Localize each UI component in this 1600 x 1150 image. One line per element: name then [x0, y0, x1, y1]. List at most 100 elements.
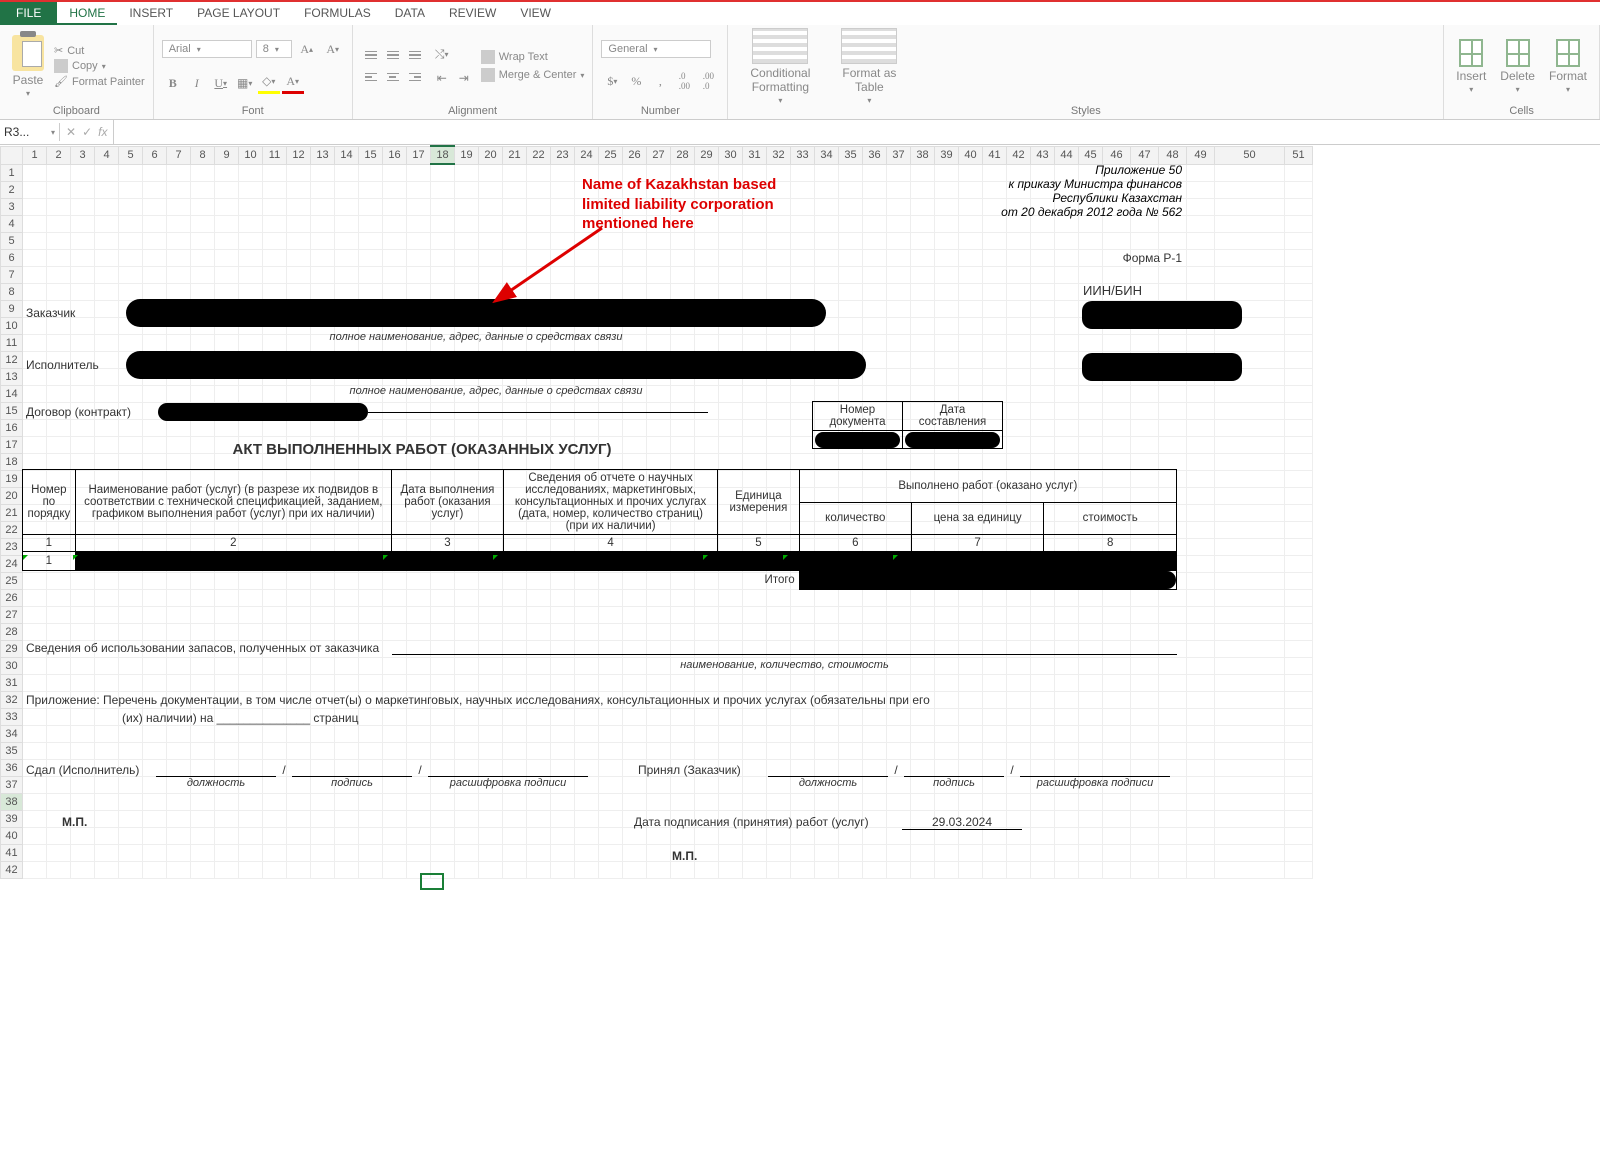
iin-contractor-redacted — [1082, 353, 1242, 381]
docnum-redacted — [815, 432, 900, 448]
italic-button[interactable]: I — [186, 72, 208, 94]
form-label: Форма Р-1 — [1123, 251, 1192, 265]
delete-icon — [1506, 39, 1530, 67]
tab-pagelayout[interactable]: PAGE LAYOUT — [185, 2, 292, 25]
align-bottom-button[interactable] — [405, 45, 425, 65]
group-clipboard: Paste ▾ ✂Cut Copy▾ 🖌Format Painter Clipb… — [0, 25, 154, 119]
underline-button[interactable]: U▾ — [210, 72, 232, 94]
conditional-formatting-button[interactable]: Conditional Formatting▾ — [736, 28, 824, 105]
wrap-text-button[interactable]: Wrap Text — [481, 50, 585, 64]
format-table-icon — [841, 28, 897, 64]
group-alignment: ⤭▾ ⇤ ⇥ Wrap Text Merge & Center▾ Alignme… — [353, 25, 594, 119]
row1-redacted — [76, 552, 1176, 570]
font-color-button[interactable]: A▾ — [282, 72, 304, 94]
fx-icon[interactable]: fx — [98, 125, 107, 139]
iin-label: ИИН/БИН — [1083, 283, 1142, 298]
format-painter-button[interactable]: 🖌Format Painter — [54, 75, 145, 88]
contractor-redacted — [126, 351, 866, 379]
formula-input[interactable] — [114, 130, 1600, 134]
tab-home[interactable]: HOME — [57, 2, 117, 25]
docdate-redacted — [905, 432, 1000, 448]
insert-cells-button[interactable]: Insert▾ — [1452, 39, 1490, 94]
ribbon-body: Paste ▾ ✂Cut Copy▾ 🖌Format Painter Clipb… — [0, 25, 1600, 120]
merge-icon — [481, 68, 495, 82]
format-icon — [1556, 39, 1580, 67]
alignment-group-label: Alignment — [361, 105, 585, 119]
group-font: Arial▾ 8▾ A▴ A▾ B I U▾ ▦▾ ◇▾ A▾ Font — [154, 25, 353, 119]
number-group-label: Number — [601, 105, 719, 119]
copy-label: Copy — [72, 60, 98, 72]
th-name: Наименование работ (услуг) (в разрезе их… — [75, 470, 391, 535]
wrap-icon — [481, 50, 495, 64]
number-format-select[interactable]: General▾ — [601, 40, 711, 58]
format-cells-button[interactable]: Format▾ — [1545, 39, 1591, 94]
cancel-formula-icon[interactable]: ✕ — [66, 125, 76, 139]
tab-view[interactable]: VIEW — [508, 2, 563, 25]
font-name-select[interactable]: Arial▾ — [162, 40, 252, 58]
mp-left: М.П. — [62, 815, 87, 829]
percent-button[interactable]: % — [625, 70, 647, 92]
insert-icon — [1459, 39, 1483, 67]
tab-data[interactable]: DATA — [383, 2, 437, 25]
comma-button[interactable]: , — [649, 70, 671, 92]
total-row: Итого — [23, 571, 1177, 590]
chevron-down-icon: ▾ — [26, 89, 30, 98]
align-top-button[interactable] — [361, 45, 381, 65]
scissors-icon: ✂ — [54, 44, 63, 57]
tab-file[interactable]: FILE — [0, 2, 57, 25]
cells-group-label: Cells — [1452, 105, 1591, 119]
group-styles: Conditional Formatting▾ Format as Table▾… — [728, 25, 1444, 119]
formula-bar: R3...▾ ✕ ✓ fx — [0, 120, 1600, 145]
delete-cells-button[interactable]: Delete▾ — [1496, 39, 1539, 94]
fill-color-button[interactable]: ◇▾ — [258, 72, 280, 94]
align-left-button[interactable] — [361, 67, 381, 87]
currency-button[interactable]: $▾ — [601, 70, 623, 92]
format-as-table-button[interactable]: Format as Table▾ — [830, 28, 908, 105]
customer-label: Заказчик — [22, 306, 126, 320]
sign-date-label: Дата подписания (принятия) работ (услуг) — [634, 815, 869, 829]
increase-font-button[interactable]: A▴ — [296, 38, 318, 60]
paste-icon — [12, 35, 44, 71]
annotation-arrow-icon — [492, 223, 612, 303]
accepted-label: Принял (Заказчик) — [638, 763, 768, 777]
enter-formula-icon[interactable]: ✓ — [82, 125, 92, 139]
contract-redacted — [158, 403, 368, 421]
merge-center-button[interactable]: Merge & Center▾ — [481, 68, 585, 82]
font-group-label: Font — [162, 105, 344, 119]
copy-button[interactable]: Copy▾ — [54, 59, 145, 73]
increase-indent-button[interactable]: ⇥ — [453, 67, 475, 89]
font-size-select[interactable]: 8▾ — [256, 40, 292, 58]
clipboard-group-label: Clipboard — [8, 105, 145, 119]
align-right-button[interactable] — [405, 67, 425, 87]
mp-right: М.П. — [672, 849, 697, 863]
appendix-line4: от 20 декабря 2012 года № 562 — [872, 205, 1192, 219]
decrease-indent-button[interactable]: ⇤ — [431, 67, 453, 89]
cut-button[interactable]: ✂Cut — [54, 44, 145, 57]
appendix-line2: к приказу Министра финансов — [872, 177, 1192, 191]
appendix-line3: Республики Казахстан — [872, 191, 1192, 205]
paste-button[interactable]: Paste ▾ — [8, 35, 48, 98]
ribbon-tabs: FILE HOME INSERT PAGE LAYOUT FORMULAS DA… — [0, 0, 1600, 25]
increase-decimal-button[interactable]: .0.00 — [673, 70, 695, 92]
document-title: АКТ ВЫПОЛНЕННЫХ РАБОТ (ОКАЗАННЫХ УСЛУГ) — [22, 441, 822, 458]
align-center-button[interactable] — [383, 67, 403, 87]
name-box[interactable]: R3...▾ — [0, 123, 60, 141]
decrease-font-button[interactable]: A▾ — [322, 38, 344, 60]
th-price: цена за единицу — [911, 502, 1044, 535]
tab-formulas[interactable]: FORMULAS — [292, 2, 383, 25]
appendix-line1: Приложение 50 — [872, 163, 1192, 177]
decrease-decimal-button[interactable]: .00.0 — [697, 70, 719, 92]
inventory-note: наименование, количество, стоимость — [392, 659, 1177, 671]
group-number: General▾ $▾ % , .0.00 .00.0 Number — [593, 25, 728, 119]
contractor-note: полное наименование, адрес, данные о сре… — [126, 385, 866, 397]
sheet-area[interactable]: 1234567891011121314151617181920212223242… — [0, 145, 1600, 1150]
tab-insert[interactable]: INSERT — [117, 2, 185, 25]
docnum-hdr: Номер документа — [813, 402, 903, 431]
orientation-button[interactable]: ⤭▾ — [431, 43, 453, 65]
th-date: Дата выполнения работ (оказания услуг) — [391, 470, 503, 535]
sign-date-value: 29.03.2024 — [902, 815, 1022, 830]
tab-review[interactable]: REVIEW — [437, 2, 508, 25]
border-button[interactable]: ▦▾ — [234, 72, 256, 94]
align-middle-button[interactable] — [383, 45, 403, 65]
bold-button[interactable]: B — [162, 72, 184, 94]
